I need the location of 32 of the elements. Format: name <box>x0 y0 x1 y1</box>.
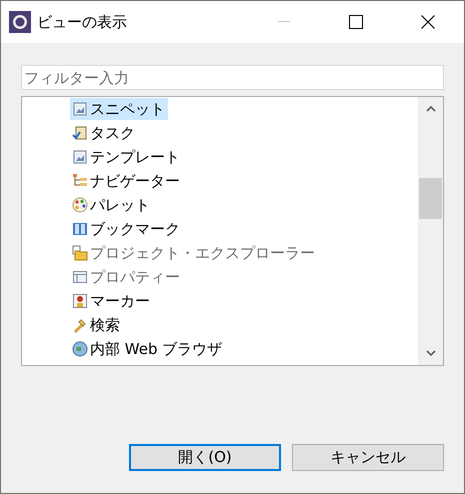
window-title: ビューの表示 <box>37 12 128 32</box>
view-item[interactable]: ナビゲーター <box>70 170 183 192</box>
view-item[interactable]: スニペット <box>70 98 168 120</box>
scroll-thumb[interactable] <box>419 178 442 219</box>
view-item[interactable]: ブックマーク <box>70 218 183 240</box>
open-button[interactable]: 開く(O) <box>129 444 281 471</box>
table-icon <box>72 269 88 285</box>
document-icon <box>72 101 88 117</box>
book-icon <box>72 221 88 237</box>
close-icon <box>421 15 435 29</box>
maximize-icon <box>349 15 363 29</box>
globe-icon <box>72 341 88 357</box>
document-icon <box>72 149 88 165</box>
view-item[interactable]: タスク <box>70 122 138 144</box>
flashlight-icon <box>72 317 88 333</box>
minimize-icon <box>278 21 290 23</box>
scroll-down-icon[interactable] <box>426 350 436 356</box>
marker-icon <box>72 293 88 309</box>
folder-icon <box>72 245 88 261</box>
cancel-button[interactable]: キャンセル <box>292 444 444 471</box>
clipboard-check-icon <box>72 125 88 141</box>
tree-icon <box>72 173 88 189</box>
view-item[interactable]: 検索 <box>70 314 123 336</box>
scroll-up-icon[interactable] <box>426 106 436 112</box>
view-item[interactable]: テンプレート <box>70 146 183 168</box>
palette-icon <box>72 197 88 213</box>
view-item[interactable]: 内部 Web ブラウザ <box>70 338 226 360</box>
scrollbar[interactable] <box>418 97 443 365</box>
view-item[interactable]: マーカー <box>70 290 153 312</box>
filter-field[interactable]: フィルター入力 <box>21 65 444 90</box>
view-item[interactable]: パレット <box>70 194 153 216</box>
app-icon <box>9 11 31 33</box>
